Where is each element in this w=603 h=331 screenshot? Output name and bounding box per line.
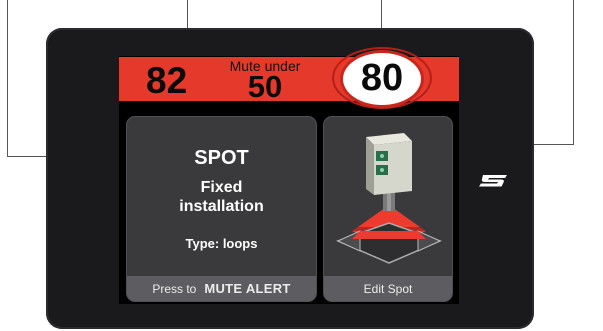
leader-line-camera-vertical [573,0,574,144]
mute-alert-button[interactable]: Press to MUTE ALERT [127,276,316,301]
alert-subtype: Type: loops [185,236,258,251]
alert-type: SPOT [194,147,249,169]
mute-alert-label: MUTE ALERT [204,281,291,296]
s-brand-logo-icon [479,175,507,187]
edit-spot-label: Edit Spot [363,281,413,296]
alert-description: Fixed installation [127,178,316,216]
mute-alert-panel[interactable]: SPOT Fixed installation Type: loops Pres… [126,116,317,302]
current-speed: 82 [146,60,188,101]
speed-limit-value: 80 [360,57,404,99]
mute-alert-prefix: Press to [152,281,197,296]
alert-description-line2: installation [179,198,264,215]
leader-line-alert-horizontal [7,0,8,157]
edit-spot-button[interactable]: Edit Spot [324,276,452,301]
mute-under-value: 50 [247,69,283,104]
alert-description-line1: Fixed [200,179,243,196]
edit-spot-panel[interactable]: Edit Spot [323,116,453,302]
speed-camera-icon [335,133,443,264]
